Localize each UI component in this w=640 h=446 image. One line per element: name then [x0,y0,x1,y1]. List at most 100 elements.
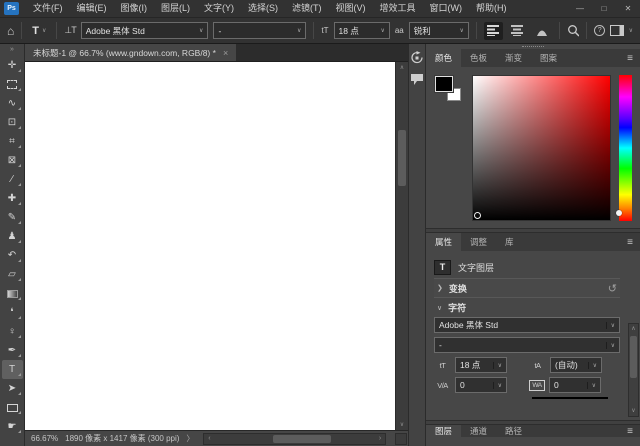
blur-tool[interactable]: ❛ [2,303,23,322]
align-left-button[interactable] [484,22,503,40]
char-leading-select[interactable]: (自动) ∨ [550,357,602,373]
crop-tool[interactable]: ⌗ [2,132,23,151]
menu-select[interactable]: 选择(S) [241,0,285,17]
horizontal-scroll-thumb[interactable] [273,435,331,443]
char-leading-value: (自动) [555,359,578,371]
frame-tool[interactable]: ⊠ [2,151,23,170]
kerning-tracking-row: V/A 0 ∨ WA 0 ∨ [434,377,620,393]
clone-stamp-tool[interactable]: ♟ [2,227,23,246]
hand-tool[interactable]: ☛ [2,417,23,436]
text-orientation-icon[interactable]: ⊥T [64,25,75,36]
menu-view[interactable]: 视图(V) [329,0,373,17]
close-icon[interactable]: × [223,48,228,58]
menu-type[interactable]: 文字(Y) [197,0,241,17]
menu-file[interactable]: 文件(F) [26,0,70,17]
status-chevron-icon[interactable]: 〉 [186,433,194,444]
menu-plugins[interactable]: 增效工具 [373,0,423,17]
history-panel-icon[interactable] [410,51,424,64]
history-brush-tool[interactable]: ↶ [2,246,23,265]
tab-adjustments[interactable]: 调整 [461,233,496,251]
tab-paths[interactable]: 路径 [496,425,531,437]
reset-icon[interactable]: ↺ [608,282,617,295]
tab-patterns[interactable]: 图案 [531,49,566,67]
help-icon[interactable]: ? [594,25,605,36]
comment-panel-icon[interactable] [410,73,424,86]
path-selection-tool[interactable]: ➤ [2,379,23,398]
transform-section[interactable]: ❯ 变换 ↺ [434,278,620,298]
vertical-scroll-thumb[interactable] [398,130,406,186]
menu-window[interactable]: 窗口(W) [423,0,470,17]
toolbar-collapse-icon[interactable]: » [10,44,14,56]
horizontal-scrollbar[interactable]: ‹ › [203,433,386,445]
foreground-background-swatches [434,75,464,109]
lasso-tool[interactable]: ∿ [2,94,23,113]
char-font-size-select[interactable]: 18 点 ∨ [455,357,507,373]
scroll-down-icon[interactable]: ∨ [631,406,635,416]
maximize-button[interactable]: □ [592,0,616,17]
brush-tool[interactable]: ✎ [2,208,23,227]
tab-color[interactable]: 颜色 [426,49,461,67]
menu-help[interactable]: 帮助(H) [469,0,514,17]
scroll-up-icon[interactable]: ∧ [631,324,635,334]
scroll-left-icon[interactable]: ‹ [204,435,214,442]
type-tool[interactable]: T [2,360,23,379]
align-center-button[interactable] [508,22,527,40]
warp-text-button[interactable] [533,22,552,40]
search-icon[interactable] [567,24,580,37]
document-tab[interactable]: 未标题-1 @ 66.7% (www.gndown.com, RGB/8) * … [25,44,236,61]
font-size-select[interactable]: 18 点 ∨ [334,22,390,39]
vertical-scrollbar[interactable]: ∧ ∨ [395,62,408,430]
minimize-button[interactable]: — [568,0,592,17]
tab-swatches[interactable]: 色板 [461,49,496,67]
tab-layers[interactable]: 图层 [426,425,461,437]
pen-tool[interactable]: ✒ [2,341,23,360]
workspace-icon[interactable] [610,25,624,36]
home-icon[interactable]: ⌂ [7,25,14,37]
tab-channels[interactable]: 通道 [461,425,496,437]
menu-image[interactable]: 图像(I) [114,0,155,17]
scroll-up-icon[interactable]: ∧ [396,64,408,71]
char-font-style-select[interactable]: - ∨ [434,337,620,353]
marquee-tool[interactable] [2,75,23,94]
panel-menu-icon[interactable]: ≡ [620,53,640,64]
font-family-select[interactable]: Adobe 黑体 Std ∨ [81,22,209,39]
color-picker-marker[interactable] [474,212,481,219]
hue-slider-marker[interactable] [616,210,622,216]
eyedropper-tool[interactable]: ∕ [2,170,23,189]
anti-alias-select[interactable]: 锐利 ∨ [409,22,469,39]
dodge-tool[interactable]: ♀ [2,322,23,341]
object-selection-tool[interactable]: ⊡ [2,113,23,132]
tab-gradients[interactable]: 渐变 [496,49,531,67]
gradient-tool[interactable] [2,284,23,303]
tab-libraries[interactable]: 库 [496,233,523,251]
char-tracking-select[interactable]: 0 ∨ [549,377,601,393]
tab-properties[interactable]: 属性 [426,233,461,251]
menu-edit[interactable]: 编辑(E) [70,0,114,17]
move-tool[interactable]: ✛ [2,56,23,75]
zoom-level[interactable]: 66.67% [31,434,58,443]
panel-menu-icon[interactable]: ≡ [620,237,640,248]
char-kerning-select[interactable]: 0 ∨ [455,377,507,393]
layers-panel-body [426,437,640,446]
character-section-header[interactable]: ∨ 字符 [434,298,620,317]
hue-slider[interactable] [619,75,632,221]
menu-layer[interactable]: 图层(L) [154,0,197,17]
healing-brush-tool[interactable]: ✚ [2,189,23,208]
type-tool-preset[interactable]: T ∨ [29,23,49,39]
font-style-select[interactable]: - ∨ [213,22,306,39]
rectangle-tool[interactable] [2,398,23,417]
close-button[interactable]: ✕ [616,0,640,17]
scroll-down-icon[interactable]: ∨ [396,421,408,428]
saturation-brightness-field[interactable] [472,75,611,221]
chevron-down-icon: ∨ [375,27,384,34]
menu-filter[interactable]: 滤镜(T) [285,0,329,17]
eraser-tool[interactable]: ▱ [2,265,23,284]
scroll-right-icon[interactable]: › [375,435,385,442]
foreground-color-swatch[interactable] [435,76,453,92]
char-font-family-select[interactable]: Adobe 黑体 Std ∨ [434,317,620,333]
properties-scrollbar[interactable]: ∧ ∨ [628,323,639,417]
properties-scroll-thumb[interactable] [630,336,637,378]
chevron-down-icon[interactable]: ∨ [629,27,633,34]
panel-menu-icon[interactable]: ≡ [620,426,640,437]
canvas-page[interactable] [25,62,395,430]
